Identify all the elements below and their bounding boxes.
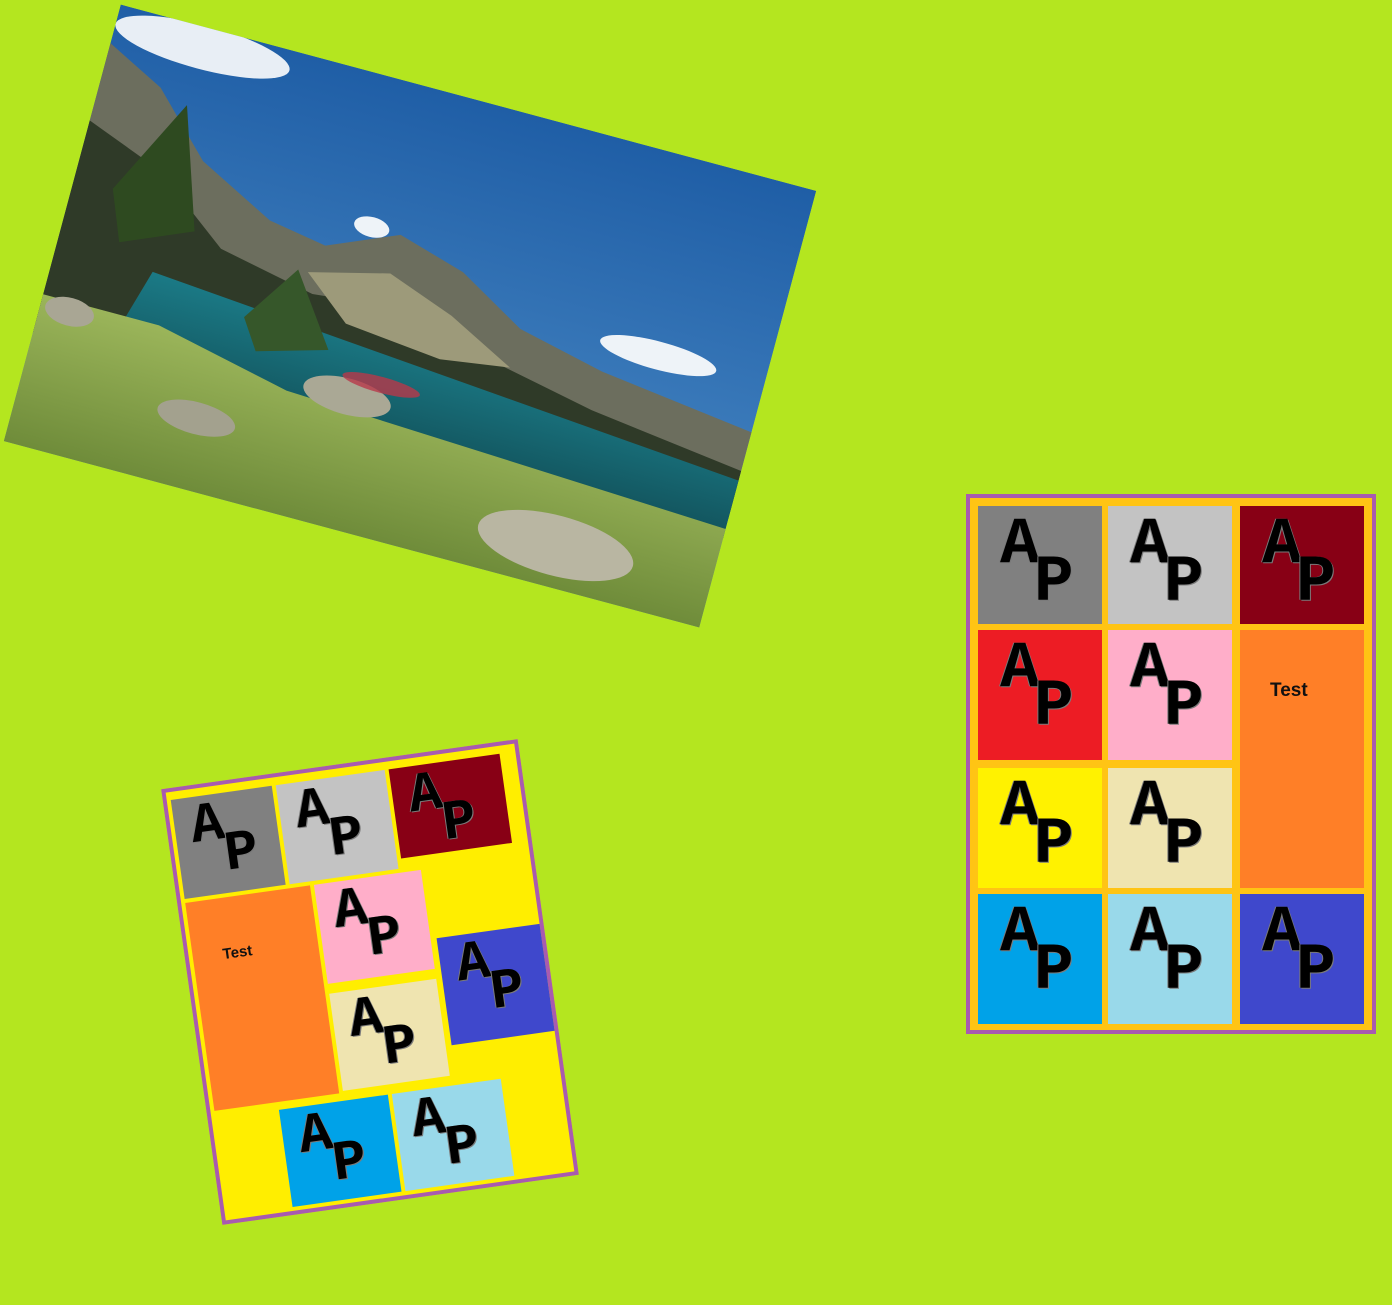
monogram-letter-p: P	[1296, 933, 1336, 1008]
ap-monogram-tile: AP	[1108, 894, 1232, 1024]
ap-monogram: AP	[314, 870, 435, 984]
mountain-lake-image	[3, 4, 817, 628]
ap-monogram: AP	[389, 754, 512, 859]
ap-monogram-tile: AP	[313, 869, 435, 984]
ap-monogram: AP	[1108, 630, 1232, 760]
monogram-letter-p: P	[1034, 807, 1074, 882]
ap-monogram: AP	[978, 506, 1102, 624]
monogram-letter-p: P	[1164, 545, 1204, 620]
monogram-letter-p: P	[1164, 669, 1204, 744]
ap-monogram: AP	[279, 1095, 402, 1207]
ap-monogram-tile: AP	[388, 753, 513, 859]
monogram-letter-p: P	[438, 787, 481, 857]
ap-monogram-tile: AP	[278, 1094, 402, 1207]
ap-monogram: AP	[1108, 506, 1232, 624]
ap-monogram-tile: AP	[329, 978, 450, 1091]
ap-monogram-tile: AP	[275, 769, 399, 885]
test-label: Test	[221, 942, 254, 964]
ap-monogram: AP	[276, 770, 399, 884]
ap-monogram: AP	[978, 894, 1102, 1024]
ap-monogram: AP	[1240, 506, 1364, 624]
monogram-letter-p: P	[325, 803, 368, 872]
ap-monogram: AP	[1240, 894, 1364, 1024]
monogram-letter-p: P	[1164, 933, 1204, 1008]
monogram-letter-p: P	[1296, 545, 1336, 620]
ap-monogram: AP	[978, 768, 1102, 888]
monogram-letter-p: P	[441, 1112, 484, 1181]
ap-monogram: AP	[392, 1079, 515, 1191]
ap-monogram-tile: AP	[391, 1078, 515, 1192]
ap-tile-card-rotated: A P A P A P Test A P A P A P A P A P	[161, 739, 579, 1225]
monogram-letter-p: P	[1164, 807, 1204, 882]
ap-monogram: AP	[978, 630, 1102, 760]
ap-monogram-tile: AP	[978, 630, 1102, 760]
monogram-letter-p: P	[486, 956, 529, 1025]
monogram-letter-p: P	[378, 1012, 422, 1081]
ap-monogram-tile: AP	[1108, 506, 1232, 624]
ap-monogram-tile: AP	[1108, 630, 1232, 760]
monogram-letter-p: P	[328, 1128, 371, 1197]
ap-monogram-tile: AP	[978, 768, 1102, 888]
landscape-photo	[3, 4, 817, 628]
ap-monogram-tile: AP	[170, 785, 286, 899]
monogram-letter-p: P	[1034, 545, 1074, 620]
monogram-letter-p: P	[220, 818, 263, 887]
ap-monogram: AP	[1108, 768, 1232, 888]
monogram-letter-p: P	[1034, 933, 1074, 1008]
monogram-letter-p: P	[363, 903, 406, 972]
ap-monogram-tile: AP	[1240, 894, 1364, 1024]
test-label: Test	[1270, 680, 1308, 701]
ap-monogram-tile: AP	[978, 506, 1102, 624]
ap-monogram: AP	[437, 924, 555, 1045]
monogram-letter-p: P	[1034, 669, 1074, 744]
test-tile: Test	[1240, 630, 1364, 888]
ap-tile-card: A P A P A P A P A P Test A P A P A P A P A P	[966, 494, 1376, 1034]
ap-monogram: AP	[1108, 894, 1232, 1024]
ap-monogram: AP	[329, 979, 450, 1091]
ap-monogram-tile: AP	[1108, 768, 1232, 888]
test-tile: Test	[185, 885, 340, 1111]
ap-monogram: AP	[171, 786, 286, 899]
ap-monogram-tile: AP	[1240, 506, 1364, 624]
ap-monogram-tile: AP	[436, 923, 555, 1046]
ap-monogram-tile: AP	[978, 894, 1102, 1024]
